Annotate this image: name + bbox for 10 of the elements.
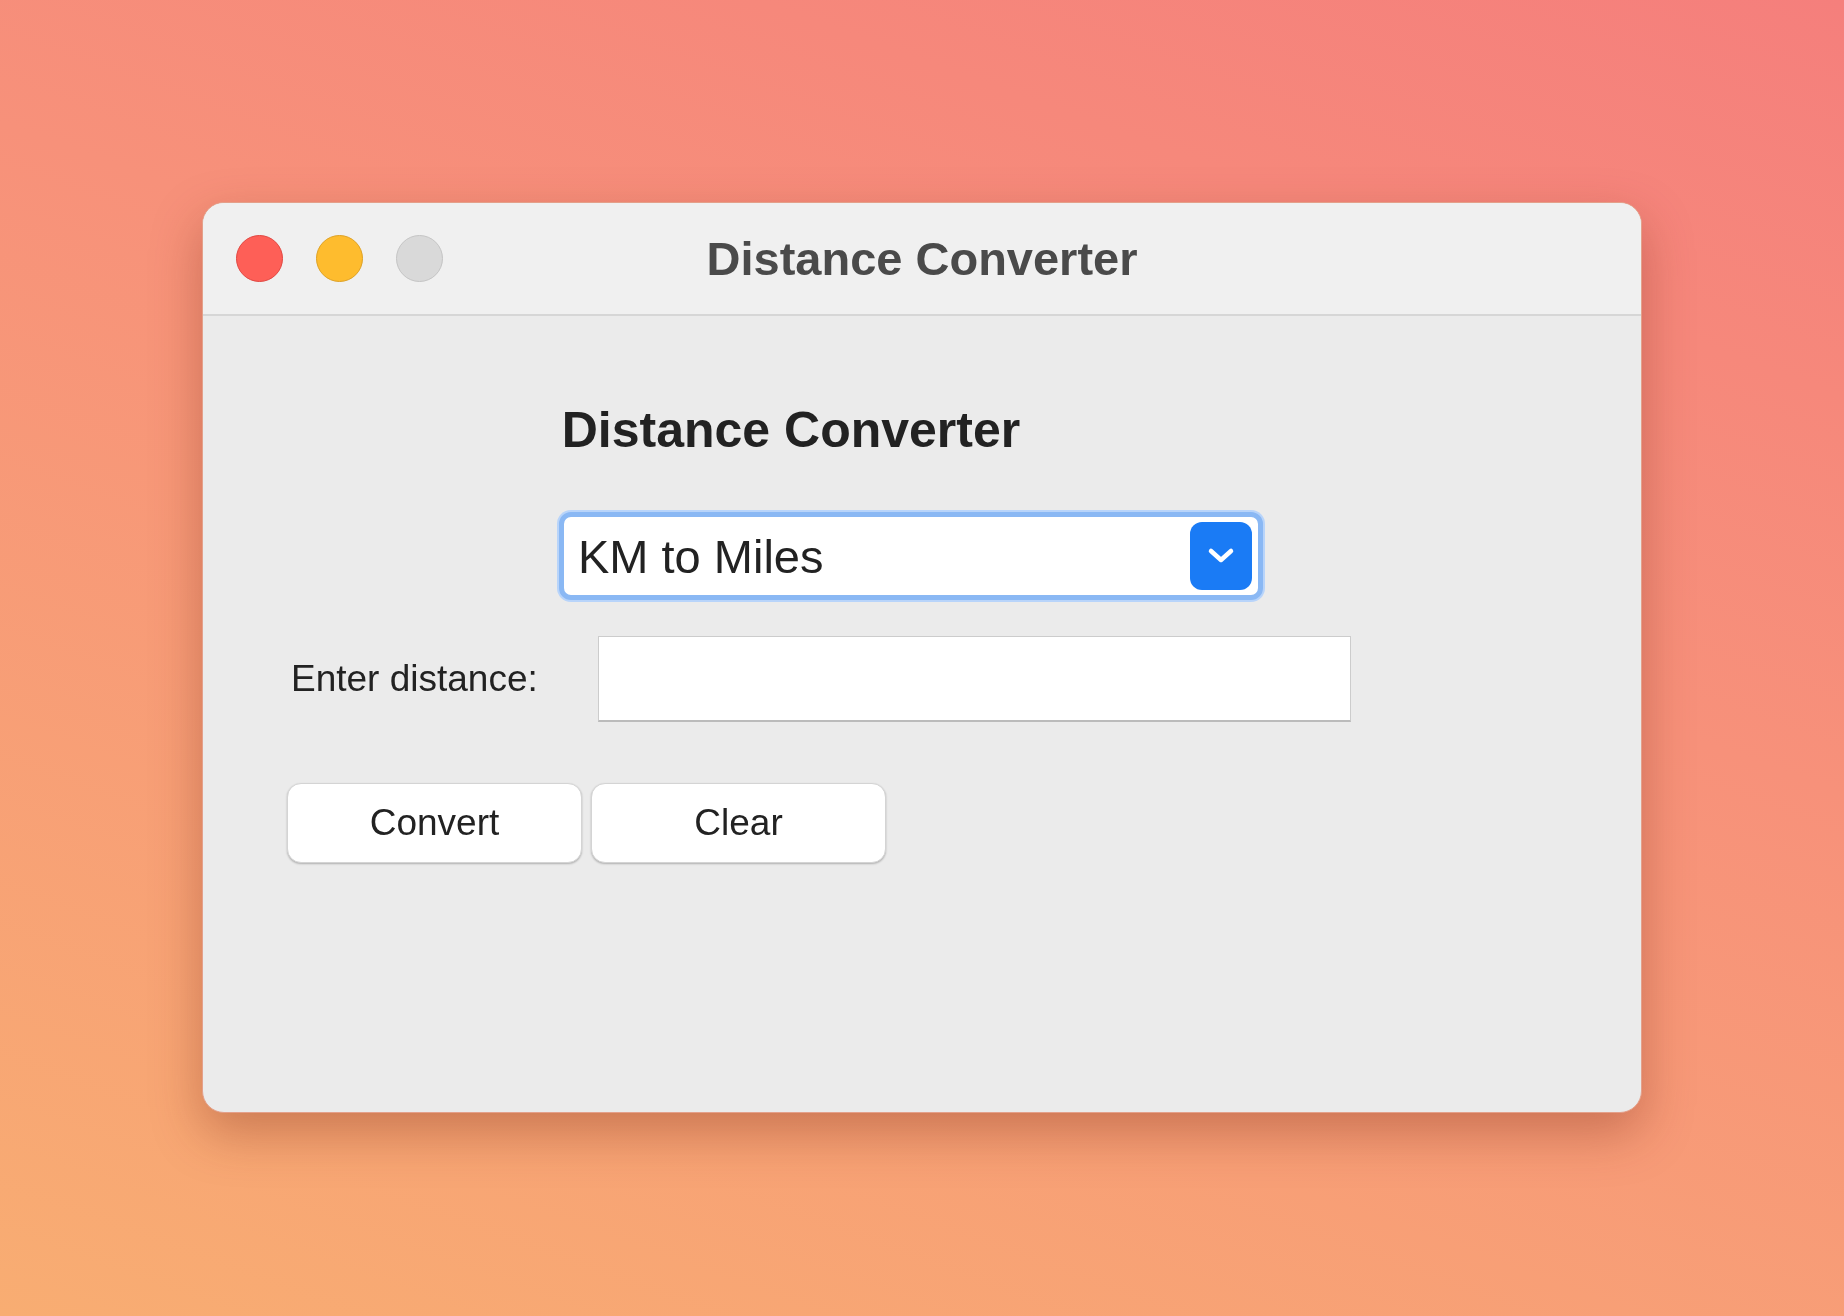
action-button[interactable]: Convert [287, 783, 582, 863]
close-button[interactable] [236, 235, 283, 282]
chevron-down-icon [1190, 522, 1252, 590]
conversion-dropdown[interactable]: KM to Miles [559, 512, 1263, 600]
window-title: Distance Converter [706, 231, 1138, 286]
minimize-button[interactable] [316, 235, 363, 282]
action-button[interactable]: Clear [591, 783, 886, 863]
distance-input[interactable] [598, 636, 1351, 722]
distance-label: Enter distance: [291, 658, 539, 700]
app-heading: Distance Converter [560, 401, 1022, 460]
